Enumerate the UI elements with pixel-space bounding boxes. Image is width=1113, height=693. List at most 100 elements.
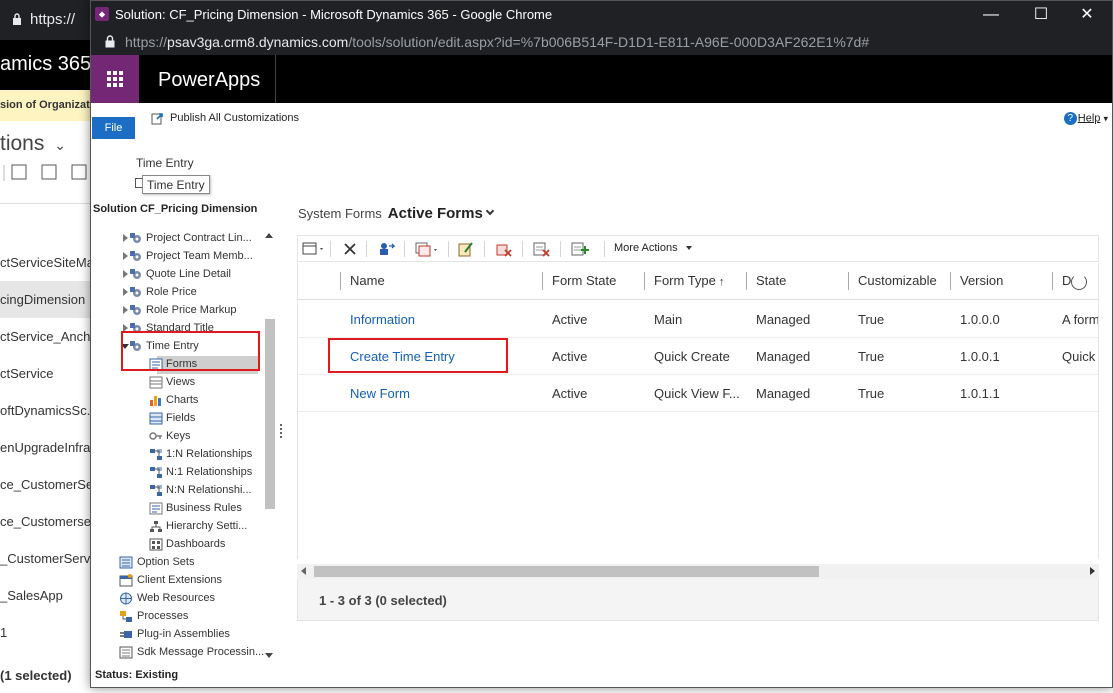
add-form-icon[interactable] (570, 240, 590, 258)
column-header-form-state[interactable]: Form State (552, 273, 616, 288)
url-text[interactable]: https://psav3ga.crm8.dynamics.com/tools/… (125, 34, 869, 50)
rules-icon (149, 502, 163, 515)
tree-item[interactable]: Keys (111, 428, 261, 446)
tree-item[interactable]: Charts (111, 392, 261, 410)
tree-item[interactable]: N:N Relationshi... (111, 482, 261, 500)
column-divider (340, 272, 341, 290)
sdk-icon (119, 646, 133, 659)
remove-form-icon[interactable] (532, 240, 552, 258)
tree-item[interactable]: Business Rules (111, 500, 261, 518)
tree-item-label: Option Sets (137, 556, 195, 568)
maximize-button[interactable]: ☐ (1018, 1, 1064, 29)
more-actions-button[interactable]: More Actions (614, 242, 692, 254)
tree-item-label: N:1 Relationships (166, 466, 253, 478)
gear-icon (129, 268, 143, 281)
form-type-cell: Main (654, 312, 683, 327)
tree-scroll-thumb[interactable] (265, 319, 275, 509)
chevron-down-icon[interactable]: ⌄ (54, 137, 66, 153)
close-button[interactable]: ✕ (1064, 1, 1110, 29)
assign-icon[interactable] (376, 240, 396, 258)
form-type-cell: Quick View F... (654, 386, 740, 401)
help-button[interactable]: ? Help ▾ (1063, 112, 1108, 125)
table-row[interactable]: New Form Active Quick View F... Managed … (298, 375, 1098, 412)
minimize-button[interactable]: — (968, 1, 1014, 29)
tree-item[interactable]: Option Sets (119, 554, 269, 572)
scroll-up-icon[interactable] (265, 233, 273, 238)
tree-item[interactable]: Project Team Memb... (111, 248, 261, 266)
tree-item[interactable]: 1:N Relationships (111, 446, 261, 464)
tree-item[interactable]: Processes (119, 608, 269, 626)
grid-horizontal-scrollbar[interactable] (297, 564, 1099, 579)
url-path: /tools/solution/edit.aspx?id=%7b006B514F… (348, 34, 870, 50)
window-titlebar: ⬥ Solution: CF_Pricing Dimension - Micro… (91, 1, 1112, 29)
tree-item[interactable]: Client Extensions (119, 572, 269, 590)
tree-item[interactable]: Plug-in Assemblies (119, 626, 269, 644)
collapsed-arrow-icon[interactable] (123, 270, 128, 278)
tree-item[interactable]: Dashboards (111, 536, 261, 554)
customizable-cell: True (858, 312, 885, 327)
tree-item[interactable]: Role Price (111, 284, 261, 302)
delete-icon[interactable] (342, 240, 358, 258)
window-title: Solution: CF_Pricing Dimension - Microso… (115, 7, 553, 22)
address-bar[interactable]: https://psav3ga.crm8.dynamics.com/tools/… (91, 29, 1112, 55)
tree-item[interactable]: Sdk Message Processin... (119, 644, 269, 661)
tree-item[interactable]: Fields (111, 410, 261, 428)
tree-item[interactable]: N:1 Relationships (111, 464, 261, 482)
scroll-down-icon[interactable] (265, 653, 273, 658)
tree-item[interactable]: Views (111, 374, 261, 392)
tree-item[interactable]: Project Contract Lin... (111, 230, 261, 248)
chevron-down-icon[interactable] (485, 206, 495, 216)
form-name-link[interactable]: Create Time Entry (350, 349, 455, 364)
tree-item[interactable]: Role Price Markup (111, 302, 261, 320)
grid-scroll-thumb[interactable] (314, 566, 819, 577)
table-row[interactable]: Create Time Entry Active Quick Create Ma… (298, 338, 1098, 375)
app-launcher-button[interactable] (91, 55, 139, 103)
customizable-cell: True (858, 386, 885, 401)
collapsed-arrow-icon[interactable] (123, 306, 128, 314)
collapsed-arrow-icon[interactable] (123, 234, 128, 242)
record-count: 1 - 3 of 3 (0 selected) (319, 593, 447, 608)
form-state-cell: Active (552, 312, 588, 327)
file-button[interactable]: File (92, 117, 135, 139)
tree-item[interactable]: Quote Line Detail (111, 266, 261, 284)
process-icon (119, 610, 133, 623)
scroll-left-icon[interactable] (301, 567, 306, 575)
column-header-state[interactable]: State (756, 273, 786, 288)
scroll-right-icon[interactable] (1090, 567, 1095, 575)
view-selector[interactable]: System Forms Active Forms (298, 205, 495, 223)
form-name-link[interactable]: New Form (350, 386, 410, 401)
edit-icon[interactable] (456, 240, 476, 258)
relationship-icon (149, 448, 163, 461)
tree-item-label: Fields (166, 412, 196, 424)
tree-scrollbar[interactable] (263, 227, 275, 661)
column-header-name[interactable]: Name (350, 273, 385, 288)
gear-icon (129, 304, 143, 317)
chart-icon (149, 394, 163, 407)
forms-grid: Name Form State Form Type ↑ State Customi… (297, 263, 1099, 559)
publish-all-button[interactable]: Publish All Customizations (151, 111, 299, 125)
refresh-icon[interactable] (1071, 274, 1087, 290)
tree-item-label: Web Resources (137, 592, 216, 604)
state-cell: Managed (756, 386, 811, 401)
column-header-version[interactable]: Version (960, 273, 1003, 288)
table-row[interactable]: Information Active Main Managed True 1.0… (298, 301, 1098, 338)
toolbar-separator (522, 241, 523, 257)
pane-splitter[interactable] (280, 424, 282, 438)
status-text: Status: Existing (95, 669, 179, 681)
form-group-icon[interactable] (414, 240, 440, 258)
app-name[interactable]: PowerApps (158, 69, 260, 92)
column-header-customizable[interactable]: Customizable (858, 273, 937, 288)
globe-icon (119, 592, 133, 605)
remove-icon[interactable] (494, 240, 514, 258)
column-header-form-type[interactable]: Form Type ↑ (654, 273, 724, 288)
column-header-description[interactable]: D (1062, 273, 1071, 288)
solution-name: Solution CF_Pricing Dimension (93, 203, 258, 215)
publish-all-label: Publish All Customizations (170, 111, 300, 124)
select-all-icon[interactable] (302, 240, 326, 258)
tree-item[interactable]: Web Resources (119, 590, 269, 608)
collapsed-arrow-icon[interactable] (123, 252, 128, 260)
tree-item[interactable]: Hierarchy Setti... (111, 518, 261, 536)
view-name[interactable]: Active Forms (388, 205, 483, 222)
collapsed-arrow-icon[interactable] (123, 288, 128, 296)
form-name-link[interactable]: Information (350, 312, 415, 327)
